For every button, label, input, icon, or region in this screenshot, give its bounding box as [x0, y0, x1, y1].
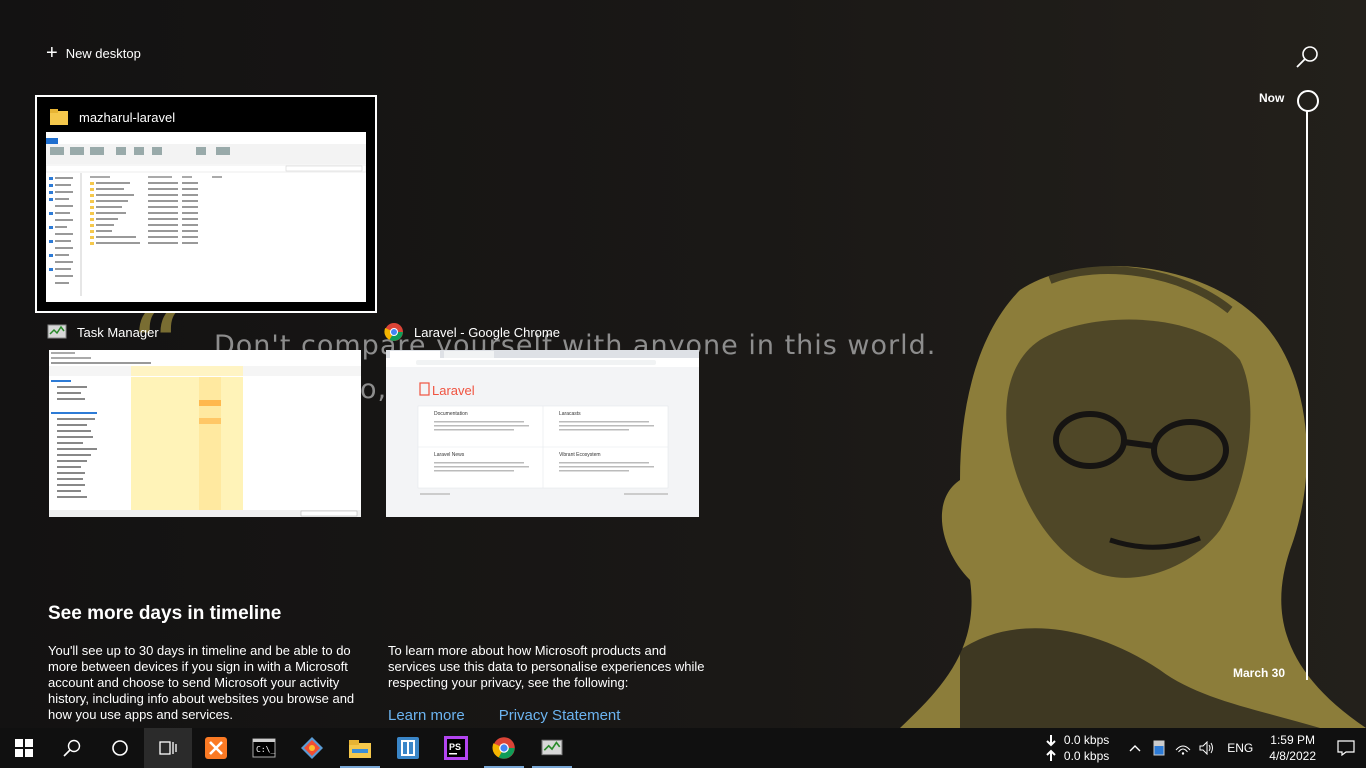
cortana-button[interactable] [96, 728, 144, 768]
card-title: Laravel News [434, 452, 465, 458]
timeline-handle[interactable] [1297, 90, 1319, 112]
task-manager-preview [49, 350, 361, 517]
chrome-icon [384, 323, 403, 341]
system-tray: 0.0 kbps 0.0 kbps ENG 1:59 PM 4/8/2022 [1044, 728, 1366, 768]
chrome-preview: Laravel Documentation Laracasts Laravel … [386, 350, 699, 517]
search-icon[interactable] [1294, 44, 1320, 70]
tray-app-icon [1153, 740, 1165, 756]
app-icon [397, 737, 419, 759]
wifi-button[interactable] [1171, 728, 1195, 768]
cortana-icon [112, 740, 128, 756]
chrome-icon [492, 737, 515, 759]
search-icon [63, 739, 81, 757]
new-desktop-button[interactable]: + New desktop [46, 42, 141, 64]
git-icon [301, 737, 323, 759]
taskbar-search-button[interactable] [48, 728, 96, 768]
window-title-bar: Task Manager [47, 318, 159, 346]
window-thumbnail-explorer[interactable]: mazharul-laravel [35, 95, 377, 313]
git-button[interactable] [288, 728, 336, 768]
explorer-preview [46, 132, 366, 302]
phpstorm-button[interactable]: PS [432, 728, 480, 768]
volume-button[interactable] [1195, 728, 1219, 768]
windows-logo-icon [15, 739, 33, 757]
show-hidden-icons-button[interactable] [1123, 728, 1147, 768]
chevron-up-icon [1129, 745, 1141, 752]
file-explorer-button[interactable] [336, 728, 384, 768]
start-button[interactable] [0, 728, 48, 768]
terminal-button[interactable]: C:\_ [240, 728, 288, 768]
file-explorer-icon [349, 740, 371, 758]
svg-text:PS: PS [449, 742, 461, 752]
clock-date: 4/8/2022 [1269, 749, 1316, 763]
taskbar: C:\_ PS 0.0 kbps 0.0 kbps ENG 1:59 PM 4/… [0, 728, 1366, 768]
timeline-now-label: Now [1259, 91, 1285, 105]
timeline-date-label[interactable]: March 30 [1233, 666, 1285, 680]
window-title-bar: Laravel - Google Chrome [384, 318, 560, 346]
window-thumbnail-chrome[interactable]: Laravel - Google Chrome Laravel Document… [376, 318, 708, 524]
network-speed-icon [1046, 735, 1056, 761]
task-manager-icon [47, 324, 67, 339]
task-manager-taskbar-button[interactable] [528, 728, 576, 768]
chrome-taskbar-button[interactable] [480, 728, 528, 768]
language-indicator[interactable]: ENG [1227, 741, 1253, 755]
volume-icon [1199, 741, 1214, 755]
notification-icon [1337, 740, 1355, 756]
task-manager-icon [541, 739, 563, 756]
task-view-button[interactable] [144, 728, 192, 768]
card-title: Laracasts [559, 411, 581, 417]
privacy-links: Learn more Privacy Statement [388, 707, 620, 724]
portrait-image [900, 266, 1366, 728]
network-speed: 0.0 kbps 0.0 kbps [1064, 732, 1109, 764]
timeline-scrubber[interactable] [1306, 110, 1308, 680]
clock[interactable]: 1:59 PM 4/8/2022 [1269, 732, 1316, 764]
svg-text:C:\_: C:\_ [256, 745, 275, 754]
window-title: mazharul-laravel [79, 109, 176, 125]
window-title-bar: mazharul-laravel [49, 103, 175, 131]
card-title: Vibrant Ecosystem [559, 452, 601, 458]
folder-icon [50, 109, 68, 125]
laravel-brand: Laravel [432, 383, 475, 398]
window-title: Laravel - Google Chrome [414, 324, 560, 340]
more-days-description: You'll see up to 30 days in timeline and… [48, 643, 355, 722]
window-title: Task Manager [77, 324, 159, 340]
clock-time: 1:59 PM [1270, 733, 1315, 747]
action-center-button[interactable] [1326, 728, 1366, 768]
phpstorm-icon: PS [444, 736, 468, 760]
plus-icon: + [46, 42, 58, 64]
xampp-icon [205, 737, 227, 759]
window-thumbnail-task-manager[interactable]: Task Manager [37, 318, 371, 524]
xampp-button[interactable] [192, 728, 240, 768]
privacy-statement-link[interactable]: Privacy Statement [499, 707, 621, 724]
more-days-heading: See more days in timeline [48, 603, 282, 624]
terminal-icon: C:\_ [252, 738, 276, 758]
privacy-description: To learn more about how Microsoft produc… [388, 643, 705, 690]
task-view-icon [159, 741, 177, 755]
learn-more-link[interactable]: Learn more [388, 707, 465, 724]
new-desktop-label: New desktop [65, 45, 141, 61]
wifi-icon [1175, 745, 1191, 755]
download-speed: 0.0 kbps [1063, 733, 1110, 747]
tray-app-button[interactable] [1147, 728, 1171, 768]
app-button[interactable] [384, 728, 432, 768]
upload-speed: 0.0 kbps [1063, 749, 1110, 763]
card-title: Documentation [434, 411, 468, 417]
